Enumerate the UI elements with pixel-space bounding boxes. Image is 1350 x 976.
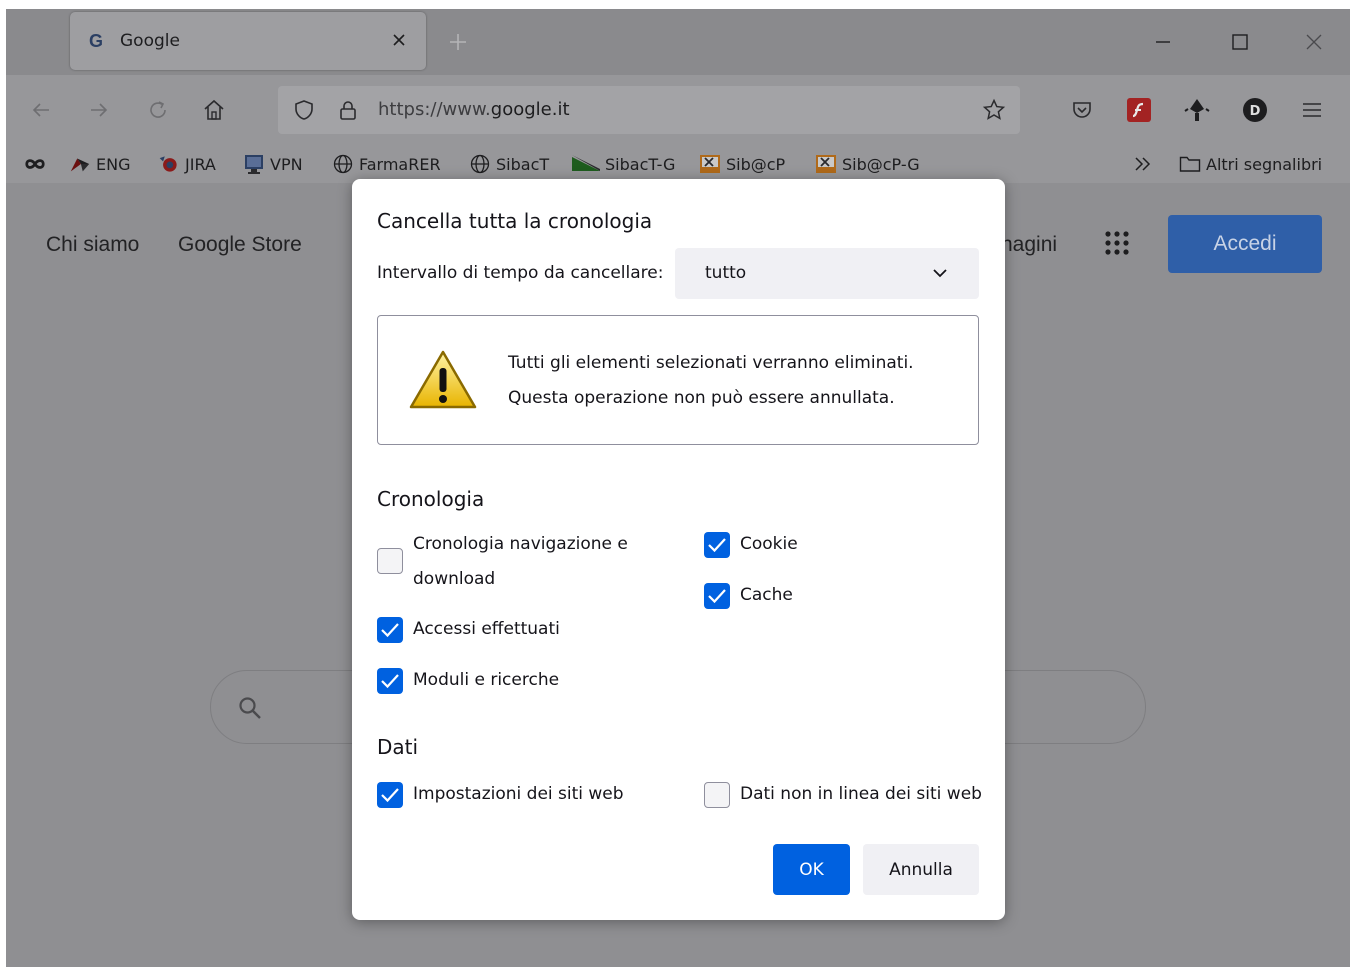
reload-icon[interactable] [143,95,173,125]
infinity-icon [24,154,46,174]
address-bar[interactable]: https://www.google.it [278,86,1020,134]
bookmark-label: VPN [270,154,303,174]
forward-arrow-icon[interactable] [84,95,114,125]
other-bookmarks-label: Altri segnalibri [1206,154,1323,174]
warning-line-1: Tutti gli elementi selezionati verranno … [508,353,914,373]
offline-data-label[interactable]: Dati non in linea dei siti web [740,784,982,804]
ok-button[interactable]: OK [773,844,850,895]
site-settings-checkbox[interactable] [377,782,403,808]
data-heading: Dati [377,735,419,759]
bookmark-jira[interactable]: JIRA [158,153,216,175]
hamburger-menu-icon[interactable] [1297,95,1327,125]
bookmark-sibacp[interactable]: Sib@cP [699,153,785,175]
cache-label[interactable]: Cache [740,585,793,605]
site-settings-label[interactable]: Impostazioni dei siti web [413,784,624,804]
time-range-label: Intervallo di tempo da cancellare: [377,263,664,283]
account-avatar-icon[interactable]: D [1240,95,1270,125]
bookmark-label: SibacT-G [605,154,676,174]
link-store[interactable]: Google Store [178,233,302,257]
close-window-icon[interactable] [1301,29,1327,55]
bookmarks-toolbar: ENG JIRA VPN FarmaRER SibacT SibacT-G Si… [6,145,1350,183]
sibacp-logo-icon [699,154,721,174]
logins-label[interactable]: Accessi effettuati [413,619,560,639]
tab-google[interactable]: G Google [70,12,426,70]
google-favicon-icon: G [86,31,106,51]
cache-checkbox[interactable] [704,583,730,609]
svg-text:D: D [1250,104,1261,119]
globe-icon [469,154,491,174]
jira-logo-icon [158,154,180,174]
link-images[interactable]: nagini [1001,233,1057,257]
bookmarks-overflow[interactable] [1132,153,1159,175]
bookmark-eng[interactable]: ENG [69,153,130,175]
cookies-label[interactable]: Cookie [740,534,798,554]
bookmark-sibacp-g[interactable]: Sib@cP-G [815,153,920,175]
svg-text:G: G [89,31,103,51]
warning-box: Tutti gli elementi selezionati verranno … [377,315,979,445]
bookmark-label: ENG [96,154,131,174]
link-about[interactable]: Chi siamo [46,233,139,257]
lock-icon[interactable] [336,98,360,122]
bookmark-farmarer[interactable]: FarmaRER [332,153,441,175]
sibacp-logo-icon [815,154,837,174]
navigation-toolbar: https://www.google.it D [6,75,1350,145]
bookmark-label: SibacT [496,154,550,174]
apps-grid-icon[interactable] [1103,229,1131,257]
chevron-double-right-icon [1132,154,1154,174]
bookmark-label: Sib@cP [726,154,786,174]
bookmark-label: Sib@cP-G [842,154,920,174]
cookies-checkbox[interactable] [704,532,730,558]
tab-title: Google [120,31,180,51]
new-tab-icon[interactable] [446,30,470,54]
flash-extension-icon[interactable] [1124,95,1154,125]
url-domain: google.it [490,99,570,120]
window-frame-top [0,0,1350,9]
warning-triangle-icon [408,349,478,411]
extension-icon[interactable] [1182,95,1212,125]
minimize-icon[interactable] [1150,29,1176,55]
cancel-button[interactable]: Annulla [863,844,979,895]
warning-line-2: Questa operazione non può essere annulla… [508,388,895,408]
forms-checkbox[interactable] [377,668,403,694]
bookmark-label: JIRA [185,154,216,174]
maximize-icon[interactable] [1227,29,1253,55]
tab-close-icon[interactable] [388,29,410,51]
tab-bar: G Google [6,9,1350,75]
logins-checkbox[interactable] [377,617,403,643]
tracking-shield-icon[interactable] [292,98,316,122]
forms-label[interactable]: Moduli e ricerche [413,670,559,690]
bookmark-sibact-g[interactable]: SibacT-G [572,153,675,175]
bookmark-sibact[interactable]: SibacT [469,153,549,175]
clear-history-dialog: Cancella tutta la cronologia Intervallo … [352,179,1005,920]
browsing-history-checkbox[interactable] [377,548,403,574]
pocket-icon[interactable] [1067,95,1097,125]
eng-logo-icon [69,154,91,174]
search-icon [237,695,263,721]
bookmark-vpn[interactable]: VPN [243,153,303,175]
globe-icon [332,154,354,174]
vpn-monitor-icon [243,154,265,174]
bookmark-label: FarmaRER [359,154,441,174]
dialog-title: Cancella tutta la cronologia [377,209,653,233]
back-arrow-icon[interactable] [26,95,56,125]
region-flag-icon [572,154,600,174]
offline-data-checkbox[interactable] [704,782,730,808]
bookmark-infinity[interactable] [24,153,51,175]
time-range-select[interactable]: tutto [675,248,979,299]
url-prefix: https://www. [378,99,491,120]
chevron-down-icon [931,264,949,282]
signin-button[interactable]: Accedi [1168,215,1322,273]
url-text[interactable]: https://www.google.it [378,99,570,120]
browsing-history-label[interactable]: Cronologia navigazione e download [413,527,653,597]
home-icon[interactable] [199,95,229,125]
folder-icon [1179,154,1201,174]
other-bookmarks[interactable]: Altri segnalibri [1179,153,1322,175]
bookmark-star-icon[interactable] [982,98,1006,122]
history-heading: Cronologia [377,487,485,511]
time-range-value: tutto [705,263,747,283]
